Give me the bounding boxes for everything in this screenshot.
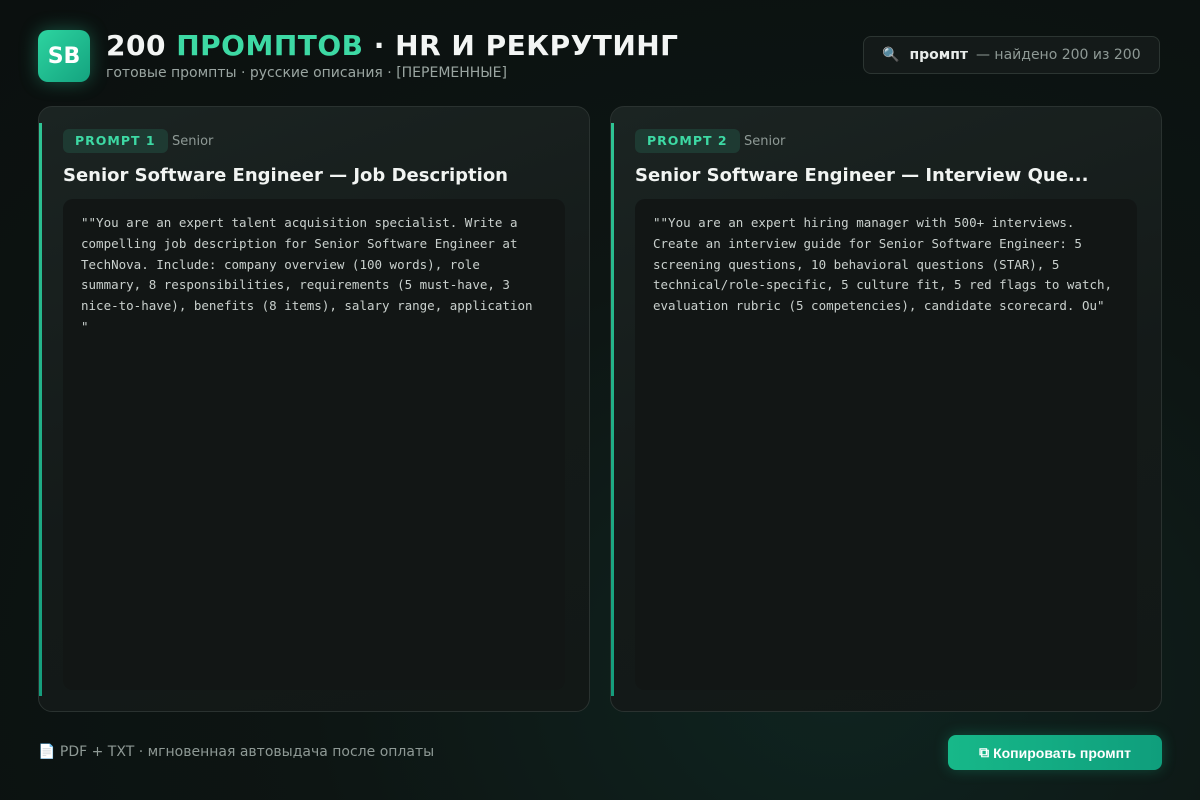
search-query: промпт	[909, 47, 968, 63]
prompt-title: Senior Software Engineer — Job Descripti…	[63, 165, 508, 186]
prompt-text: ""You are an expert hiring manager with …	[635, 199, 1137, 690]
document-icon: 📄	[38, 744, 56, 760]
prompt-card-2[interactable]: PROMPT 2 Senior Senior Software Engineer…	[610, 106, 1162, 712]
page-subtitle: готовые промпты · русские описания · [ПЕ…	[106, 65, 507, 81]
card-accent-bar	[611, 123, 614, 696]
title-suffix: · HR И РЕКРУТИНГ	[363, 29, 679, 62]
prompt-level: Senior	[172, 134, 214, 149]
copy-prompt-label: Копировать промпт	[993, 744, 1131, 761]
prompt-card-1[interactable]: PROMPT 1 Senior Senior Software Engineer…	[38, 106, 590, 712]
search-field[interactable]: 🔍 промпт — найдено 200 из 200	[863, 36, 1160, 74]
copy-icon: ⧉	[979, 744, 990, 760]
delivery-note: 📄 PDF + TXT · мгновенная автовыдача посл…	[38, 744, 434, 760]
prompt-level: Senior	[744, 134, 786, 149]
title-prefix: 200	[106, 29, 177, 62]
search-result-count: — найдено 200 из 200	[975, 47, 1141, 63]
prompt-title: Senior Software Engineer — Interview Que…	[635, 165, 1089, 186]
delivery-note-text: PDF + TXT · мгновенная автовыдача после …	[59, 744, 435, 760]
prompt-text: ""You are an expert talent acquisition s…	[63, 199, 565, 690]
logo: SB	[38, 30, 90, 82]
search-icon: 🔍	[882, 47, 900, 63]
page-title: 200 ПРОМПТОВ · HR И РЕКРУТИНГ	[106, 29, 679, 62]
title-accent: ПРОМПТОВ	[176, 29, 364, 62]
card-accent-bar	[39, 123, 42, 696]
copy-prompt-button[interactable]: ⧉ Копировать промпт	[948, 735, 1162, 770]
prompt-badge: PROMPT 2	[635, 129, 740, 153]
prompt-badge: PROMPT 1	[63, 129, 168, 153]
